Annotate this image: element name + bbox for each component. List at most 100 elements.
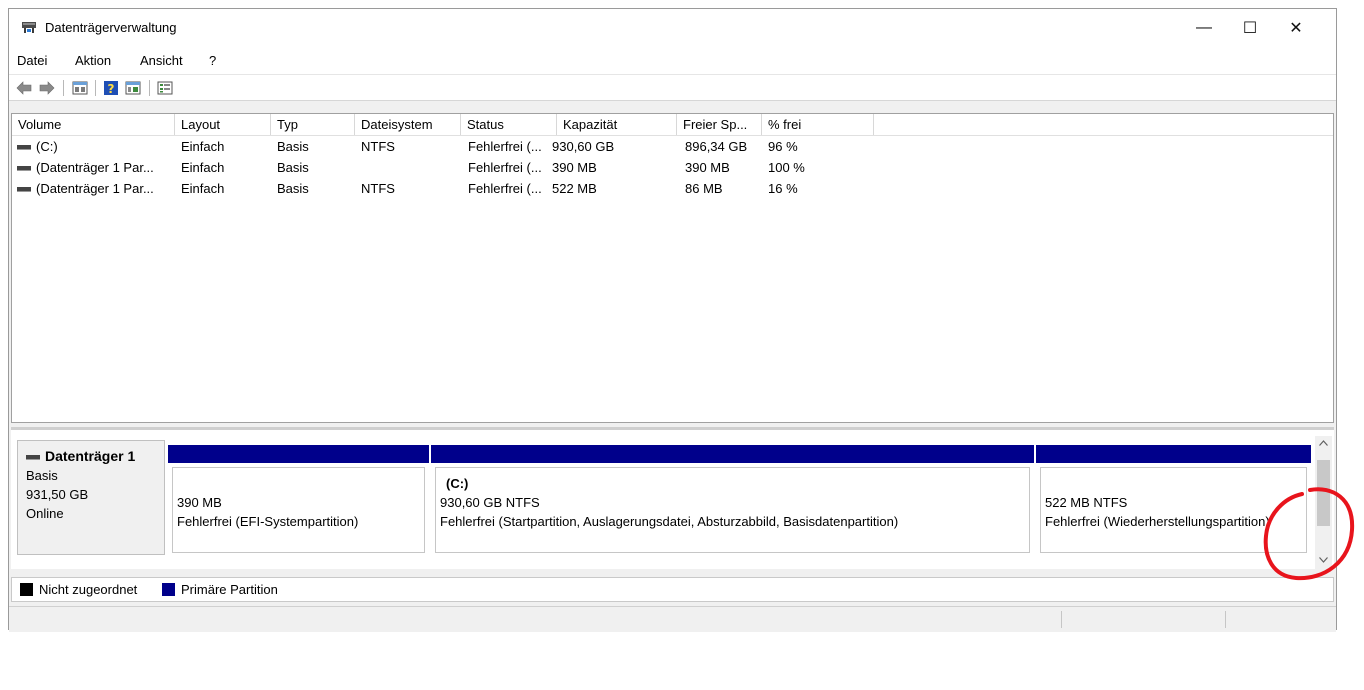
volume-name: (C:) xyxy=(36,139,58,154)
legend-bar: Nicht zugeordnet Primäre Partition xyxy=(11,577,1334,602)
column-header-status[interactable]: Status xyxy=(461,114,557,135)
partition-details: (C:) 930,60 GB NTFS Fehlerfrei (Startpar… xyxy=(435,467,1030,553)
drive-icon xyxy=(17,145,31,151)
table-row[interactable]: (Datenträger 1 Par... Einfach Basis Fehl… xyxy=(12,157,1333,178)
toolbar: ? xyxy=(9,74,1336,101)
filesystem-cell: NTFS xyxy=(361,139,395,154)
toolbar-separator xyxy=(63,80,64,96)
forward-arrow-icon[interactable] xyxy=(38,79,56,97)
disk-type: Basis xyxy=(26,468,58,483)
menu-help[interactable]: ? xyxy=(209,53,216,68)
toolbar-separator xyxy=(95,80,96,96)
partition-efi[interactable]: 390 MB Fehlerfrei (EFI-Systempartition) xyxy=(168,445,429,555)
close-button[interactable]: ✕ xyxy=(1273,9,1319,47)
menu-aktion[interactable]: Aktion xyxy=(75,53,111,68)
volume-cell: (Datenträger 1 Par... xyxy=(17,157,175,178)
free-space-cell: 390 MB xyxy=(685,160,730,175)
volume-cell: (Datenträger 1 Par... xyxy=(17,178,175,199)
status-cell: Fehlerfrei (... xyxy=(468,139,542,154)
disk-management-window: Datenträgerverwaltung — ☐ ✕ Datei Aktion… xyxy=(8,8,1337,632)
legend-primary: Primäre Partition xyxy=(162,582,278,597)
free-space-cell: 896,34 GB xyxy=(685,139,748,154)
volume-list-header: Volume Layout Typ Dateisystem Status Kap… xyxy=(12,114,1333,136)
column-header-dateisystem[interactable]: Dateisystem xyxy=(355,114,461,135)
status-cell: Fehlerfrei (... xyxy=(468,160,542,175)
disk-info-panel[interactable]: Datenträger 1 Basis 931,50 GB Online xyxy=(17,440,165,555)
status-bar xyxy=(9,606,1336,632)
disk-name: Datenträger 1 xyxy=(45,448,136,464)
partition-size: 930,60 GB NTFS xyxy=(440,495,540,510)
disk-drive-icon xyxy=(26,454,40,460)
status-cell: Fehlerfrei (... xyxy=(468,181,542,196)
minimize-icon: — xyxy=(1196,19,1212,36)
menu-ansicht[interactable]: Ansicht xyxy=(140,53,183,68)
type-cell: Basis xyxy=(277,181,309,196)
percent-free-cell: 100 % xyxy=(768,160,805,175)
toolbar-separator xyxy=(149,80,150,96)
partition-c[interactable]: (C:) 930,60 GB NTFS Fehlerfrei (Startpar… xyxy=(431,445,1034,555)
primary-partition-bar xyxy=(431,445,1034,463)
partition-label xyxy=(177,474,420,493)
scroll-up-icon[interactable] xyxy=(1319,440,1328,446)
table-row[interactable]: (C:) Einfach Basis NTFS Fehlerfrei (... … xyxy=(12,136,1333,157)
menu-bar: Datei Aktion Ansicht ? xyxy=(9,47,1336,74)
svg-text:?: ? xyxy=(108,82,115,96)
column-header-volume[interactable]: Volume xyxy=(12,114,175,135)
capacity-cell: 522 MB xyxy=(552,181,597,196)
table-row[interactable]: (Datenträger 1 Par... Einfach Basis NTFS… xyxy=(12,178,1333,199)
percent-free-cell: 96 % xyxy=(768,139,798,154)
drive-icon xyxy=(17,187,31,193)
minimize-button[interactable]: — xyxy=(1181,9,1227,47)
partition-size: 390 MB xyxy=(177,495,222,510)
volume-name: (Datenträger 1 Par... xyxy=(36,181,154,196)
percent-free-cell: 16 % xyxy=(768,181,798,196)
status-divider xyxy=(1061,611,1062,628)
properties-icon[interactable] xyxy=(71,79,89,97)
drive-icon xyxy=(17,166,31,172)
partition-status: Fehlerfrei (EFI-Systempartition) xyxy=(177,514,359,529)
layout-cell: Einfach xyxy=(181,181,225,196)
primary-partition-bar xyxy=(1036,445,1311,463)
disk-size: 931,50 GB xyxy=(26,487,89,502)
column-header-freier-speicher[interactable]: Freier Sp... xyxy=(677,114,762,135)
disk-management-icon xyxy=(22,22,36,33)
disk-graphical-view: Datenträger 1 Basis 931,50 GB Online 390… xyxy=(11,427,1334,569)
red-annotation-circle xyxy=(1263,487,1355,581)
partition-status: Fehlerfrei (Startpartition, Auslagerungs… xyxy=(440,514,899,529)
disk-state: Online xyxy=(26,506,64,521)
layout-cell: Einfach xyxy=(181,139,225,154)
console-tree-icon[interactable] xyxy=(124,79,142,97)
primary-partition-swatch xyxy=(162,583,175,596)
partition-details: 390 MB Fehlerfrei (EFI-Systempartition) xyxy=(172,467,425,553)
close-icon: ✕ xyxy=(1289,20,1303,37)
help-icon[interactable]: ? xyxy=(102,79,120,97)
filesystem-cell: NTFS xyxy=(361,181,395,196)
type-cell: Basis xyxy=(277,139,309,154)
maximize-icon: ☐ xyxy=(1242,20,1258,37)
volume-list[interactable]: Volume Layout Typ Dateisystem Status Kap… xyxy=(11,113,1334,423)
column-header-typ[interactable]: Typ xyxy=(271,114,355,135)
free-space-cell: 86 MB xyxy=(685,181,723,196)
capacity-cell: 390 MB xyxy=(552,160,597,175)
disk-name-row: Datenträger 1 xyxy=(26,447,156,466)
partition-label: (C:) xyxy=(446,476,469,491)
primary-partition-bar xyxy=(168,445,429,463)
legend-unallocated-label: Nicht zugeordnet xyxy=(39,582,138,597)
menu-datei[interactable]: Datei xyxy=(17,53,47,68)
legend-unallocated: Nicht zugeordnet xyxy=(20,582,137,597)
column-header-layout[interactable]: Layout xyxy=(175,114,271,135)
type-cell: Basis xyxy=(277,160,309,175)
column-header-prozent-frei[interactable]: % frei xyxy=(762,114,874,135)
volume-name: (Datenträger 1 Par... xyxy=(36,160,154,175)
layout-cell: Einfach xyxy=(181,160,225,175)
capacity-cell: 930,60 GB xyxy=(552,139,615,154)
unallocated-swatch xyxy=(20,583,33,596)
back-arrow-icon[interactable] xyxy=(15,79,33,97)
title-bar: Datenträgerverwaltung — ☐ ✕ xyxy=(9,9,1336,47)
window-title: Datenträgerverwaltung xyxy=(45,20,177,35)
legend-primary-label: Primäre Partition xyxy=(181,582,278,597)
status-divider xyxy=(1225,611,1226,628)
maximize-button[interactable]: ☐ xyxy=(1227,9,1273,47)
column-header-kapazitaet[interactable]: Kapazität xyxy=(557,114,677,135)
settings-list-icon[interactable] xyxy=(156,79,174,97)
